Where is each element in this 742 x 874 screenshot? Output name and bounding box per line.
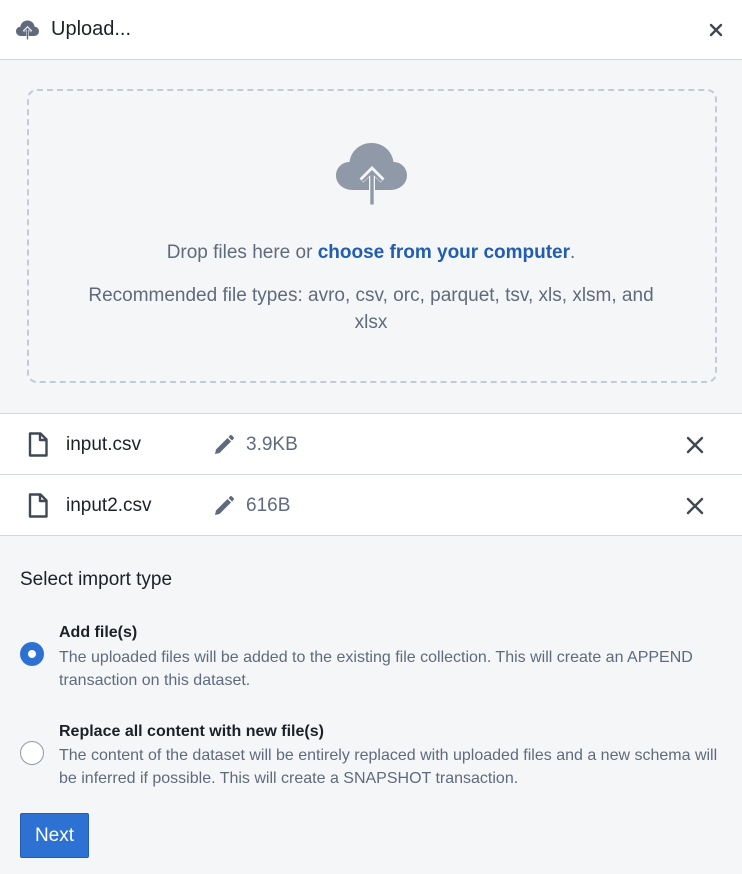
close-icon[interactable]	[709, 23, 723, 37]
file-dropzone[interactable]	[27, 89, 717, 383]
import-type-label: Select import type	[20, 569, 173, 590]
file-list: input.csv 3.9KB input2.csv 616B	[0, 413, 742, 536]
file-icon	[28, 493, 48, 518]
cloud-upload-icon	[335, 135, 409, 209]
file-row: input.csv 3.9KB	[0, 414, 742, 475]
radio-add-files[interactable]	[20, 642, 44, 666]
dialog-title: Upload...	[51, 18, 132, 40]
edit-icon[interactable]	[213, 495, 235, 517]
cloud-upload-icon	[15, 17, 40, 42]
next-button[interactable]: Next	[20, 813, 89, 858]
close-icon[interactable]	[684, 495, 706, 517]
option-description: The uploaded files will be added to the …	[59, 649, 693, 689]
option-title: Add file(s)	[59, 624, 138, 641]
file-icon	[28, 432, 48, 457]
option-title: Replace all content with new file(s)	[59, 723, 324, 740]
file-size: 3.9KB	[246, 434, 298, 455]
option-description: The content of the dataset will be entir…	[59, 747, 718, 787]
radio-replace-content[interactable]	[20, 741, 44, 765]
drop-text-end: .	[570, 242, 576, 263]
drop-text: Drop files here or	[166, 242, 318, 263]
recommended-file-types: Recommended file types: avro, csv, orc, …	[88, 285, 654, 333]
file-row: input2.csv 616B	[0, 475, 742, 536]
choose-file-link[interactable]: choose from your computer	[318, 242, 570, 263]
close-icon[interactable]	[684, 434, 706, 456]
drop-instructions: Drop files here or choose from your comp…	[0, 240, 742, 266]
edit-icon[interactable]	[213, 434, 235, 456]
close-button[interactable]	[704, 18, 728, 42]
file-name: input.csv	[66, 434, 141, 455]
dialog-header: Upload...	[0, 0, 742, 60]
file-size: 616B	[246, 495, 291, 516]
file-name: input2.csv	[66, 495, 152, 516]
